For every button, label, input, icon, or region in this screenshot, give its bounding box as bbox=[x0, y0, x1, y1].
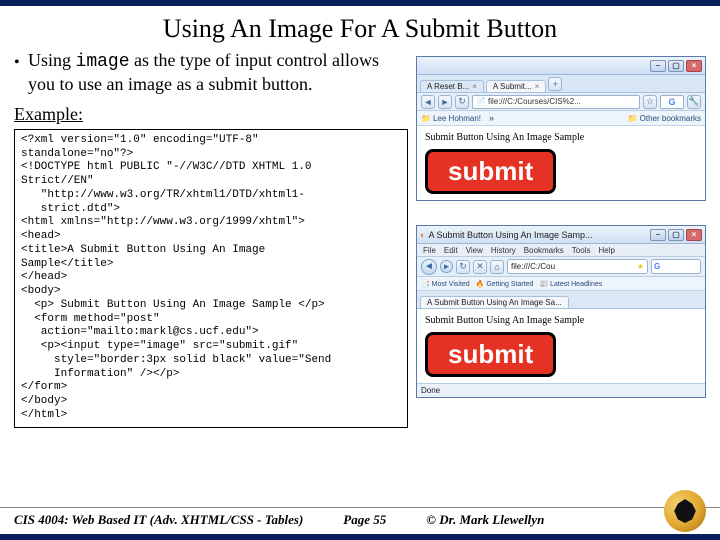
slide: Using An Image For A Submit Button • Usi… bbox=[0, 6, 720, 534]
ff-title: ◐ A Submit Button Using An Image Samp... bbox=[420, 230, 593, 240]
footer-course: CIS 4004: Web Based IT (Adv. XHTML/CSS -… bbox=[14, 512, 303, 528]
folder-icon: 📁 bbox=[421, 114, 431, 123]
bookmark-latest-headlines[interactable]: 📰 Latest Headlines bbox=[539, 280, 602, 288]
minimize-button[interactable]: – bbox=[650, 229, 666, 241]
bookmark-star-icon[interactable]: ★ bbox=[637, 262, 644, 271]
maximize-button[interactable]: ▢ bbox=[668, 229, 684, 241]
slide-title: Using An Image For A Submit Button bbox=[14, 14, 706, 44]
chrome-tabstrip: A Reset B... × A Submit... × + bbox=[417, 75, 705, 93]
firefox-nav-row: ◄ ► ↻ ✕ ⌂ file:///C:/Cou ★ G bbox=[417, 257, 705, 277]
footer-page: Page 55 bbox=[343, 512, 386, 528]
bookmark-most-visited[interactable]: 📑 Most Visited bbox=[421, 280, 470, 288]
chrome-page-content: Submit Button Using An Image Sample subm… bbox=[417, 126, 705, 200]
chrome-tab-2[interactable]: A Submit... × bbox=[486, 80, 546, 92]
bookmark-label: Most Visited bbox=[432, 281, 470, 288]
reload-button[interactable]: ↻ bbox=[456, 260, 470, 274]
bookmark-item[interactable]: 📁Lee Hohman! bbox=[421, 114, 481, 123]
file-icon: 📄 bbox=[476, 97, 486, 106]
bullet-dot: • bbox=[14, 54, 20, 72]
chrome-address-row: ◄ ► ↻ 📄 file:///C:/Courses/CIS%2... ☆ G … bbox=[417, 93, 705, 111]
search-box[interactable]: G bbox=[651, 259, 701, 274]
chrome-titlebar: – ▢ × bbox=[417, 57, 705, 75]
chrome-window: – ▢ × A Reset B... × A Submit... × + ◄ ► bbox=[416, 56, 706, 201]
forward-button[interactable]: ► bbox=[440, 260, 453, 273]
menu-help[interactable]: Help bbox=[598, 246, 614, 255]
menu-view[interactable]: View bbox=[466, 246, 483, 255]
firefox-titlebar: ◐ A Submit Button Using An Image Samp...… bbox=[417, 226, 705, 244]
other-bookmarks[interactable]: 📁Other bookmarks bbox=[628, 114, 701, 123]
code-sample: <?xml version="1.0" encoding="UTF-8" sta… bbox=[14, 129, 408, 428]
close-button[interactable]: × bbox=[686, 229, 702, 241]
ucf-logo bbox=[664, 490, 706, 532]
firefox-page-content: Submit Button Using An Image Sample subm… bbox=[417, 309, 705, 383]
submit-image-button[interactable]: submit bbox=[425, 149, 556, 194]
bullet-mono: image bbox=[76, 52, 130, 72]
reload-button[interactable]: ↻ bbox=[455, 95, 469, 109]
menu-history[interactable]: History bbox=[491, 246, 516, 255]
address-input[interactable]: file:///C:/Cou ★ bbox=[507, 259, 648, 274]
close-icon[interactable]: × bbox=[472, 82, 477, 91]
bullet-item: • Using image as the type of input contr… bbox=[14, 50, 409, 96]
page-text: Submit Button Using An Image Sample bbox=[425, 132, 697, 143]
close-button[interactable]: × bbox=[686, 60, 702, 72]
chrome-tab-1[interactable]: A Reset B... × bbox=[420, 80, 484, 92]
firefox-menubar: File Edit View History Bookmarks Tools H… bbox=[417, 244, 705, 257]
firefox-tab[interactable]: A Submit Button Using An Image Sa... bbox=[420, 296, 569, 308]
google-icon: G bbox=[668, 97, 675, 107]
bookmark-label: Lee Hohman! bbox=[433, 114, 481, 123]
forward-button[interactable]: ► bbox=[438, 95, 452, 109]
window-title-text: A Submit Button Using An Image Samp... bbox=[428, 230, 592, 240]
google-search-box[interactable]: G bbox=[660, 95, 684, 109]
menu-bookmarks[interactable]: Bookmarks bbox=[524, 246, 564, 255]
back-button[interactable]: ◄ bbox=[421, 259, 437, 275]
minimize-button[interactable]: – bbox=[650, 60, 666, 72]
tab-label: A Reset B... bbox=[427, 82, 469, 91]
tab-label: A Submit... bbox=[493, 82, 532, 91]
menu-edit[interactable]: Edit bbox=[444, 246, 458, 255]
bullet-text: Using image as the type of input control… bbox=[28, 50, 379, 94]
bookmark-label: Latest Headlines bbox=[550, 281, 602, 288]
new-tab-button[interactable]: + bbox=[548, 77, 562, 91]
bookmark-star-button[interactable]: ☆ bbox=[643, 95, 657, 109]
page-text: Submit Button Using An Image Sample bbox=[425, 315, 697, 326]
footer-copyright: © Dr. Mark Llewellyn bbox=[426, 512, 544, 528]
firefox-statusbar: Done bbox=[417, 383, 705, 397]
firefox-icon: ◐ bbox=[420, 230, 425, 240]
firefox-window: ◐ A Submit Button Using An Image Samp...… bbox=[416, 225, 706, 398]
maximize-button[interactable]: ▢ bbox=[668, 60, 684, 72]
tab-label: A Submit Button Using An Image Sa... bbox=[427, 298, 562, 307]
bookmark-getting-started[interactable]: 🔥 Getting Started bbox=[476, 280, 534, 288]
status-text: Done bbox=[421, 386, 440, 395]
stop-button[interactable]: ✕ bbox=[473, 260, 487, 274]
home-button[interactable]: ⌂ bbox=[490, 260, 504, 274]
other-bookmarks-label: Other bookmarks bbox=[640, 114, 701, 123]
bullet-prefix: Using bbox=[28, 50, 76, 70]
folder-icon: 📁 bbox=[628, 114, 638, 123]
wrench-button[interactable]: 🔧 bbox=[687, 95, 701, 109]
browser-previews: – ▢ × A Reset B... × A Submit... × + ◄ ► bbox=[416, 56, 706, 398]
firefox-bookmark-bar: 📑 Most Visited 🔥 Getting Started 📰 Lates… bbox=[417, 277, 705, 291]
chrome-bookmark-bar: 📁Lee Hohman! » 📁Other bookmarks bbox=[417, 111, 705, 126]
url-text: file:///C:/Courses/CIS%2... bbox=[488, 97, 581, 106]
window-buttons: – ▢ × bbox=[650, 229, 702, 241]
address-input[interactable]: 📄 file:///C:/Courses/CIS%2... bbox=[472, 95, 640, 109]
submit-image-button[interactable]: submit bbox=[425, 332, 556, 377]
menu-tools[interactable]: Tools bbox=[572, 246, 591, 255]
back-button[interactable]: ◄ bbox=[421, 95, 435, 109]
firefox-tabstrip: A Submit Button Using An Image Sa... bbox=[417, 291, 705, 309]
slide-footer: CIS 4004: Web Based IT (Adv. XHTML/CSS -… bbox=[0, 507, 720, 528]
url-text: file:///C:/Cou bbox=[511, 262, 555, 271]
menu-file[interactable]: File bbox=[423, 246, 436, 255]
close-icon[interactable]: × bbox=[535, 82, 540, 91]
bookmark-label: Getting Started bbox=[486, 281, 533, 288]
google-icon: G bbox=[654, 262, 660, 271]
window-buttons: – ▢ × bbox=[650, 60, 702, 72]
chevron-right-icon[interactable]: » bbox=[489, 113, 494, 123]
